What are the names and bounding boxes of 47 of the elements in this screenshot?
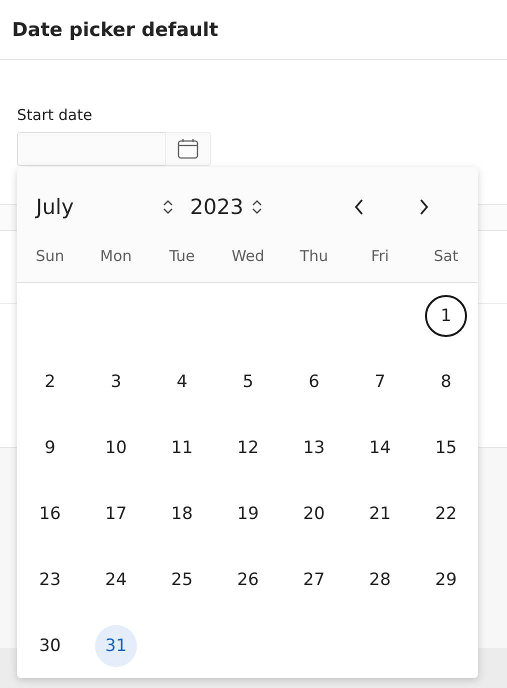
day-button[interactable]: 15 xyxy=(425,427,467,469)
day-button[interactable]: 21 xyxy=(359,493,401,535)
day-button[interactable]: 13 xyxy=(293,427,335,469)
day-button[interactable]: 30 xyxy=(29,625,71,667)
day-button[interactable]: 25 xyxy=(161,559,203,601)
day-button[interactable]: 23 xyxy=(29,559,71,601)
day-button[interactable]: 28 xyxy=(359,559,401,601)
day-button[interactable]: 17 xyxy=(95,493,137,535)
day-button[interactable]: 31 xyxy=(95,625,137,667)
chevron-left-icon xyxy=(353,197,366,217)
weekday-label: Tue xyxy=(168,247,196,265)
day-button[interactable]: 27 xyxy=(293,559,335,601)
page-title: Date picker default xyxy=(12,18,218,40)
day-button[interactable]: 29 xyxy=(425,559,467,601)
chevron-right-icon xyxy=(418,197,430,217)
day-button[interactable]: 10 xyxy=(95,427,137,469)
day-button[interactable]: 7 xyxy=(359,361,401,403)
day-button[interactable]: 1 xyxy=(425,295,467,337)
calendar-button[interactable] xyxy=(165,132,211,166)
day-button[interactable]: 20 xyxy=(293,493,335,535)
weekday-label: Sat xyxy=(432,247,460,265)
day-button[interactable]: 5 xyxy=(227,361,269,403)
weekday-label: Sun xyxy=(34,247,66,265)
weekday-label: Wed xyxy=(230,247,266,265)
day-button[interactable]: 9 xyxy=(29,427,71,469)
weekday-label: Mon xyxy=(99,247,133,265)
day-button[interactable]: 11 xyxy=(161,427,203,469)
day-button[interactable]: 26 xyxy=(227,559,269,601)
day-button[interactable]: 22 xyxy=(425,493,467,535)
weekday-label: Fri xyxy=(370,247,390,265)
day-button[interactable]: 4 xyxy=(161,361,203,403)
field-label: Start date xyxy=(17,106,94,124)
day-button[interactable]: 2 xyxy=(29,361,71,403)
weekday-label: Thu xyxy=(298,247,330,265)
day-button[interactable]: 8 xyxy=(425,361,467,403)
month-label: July xyxy=(36,195,75,219)
day-button[interactable]: 18 xyxy=(161,493,203,535)
date-input-field[interactable] xyxy=(17,132,165,166)
day-button[interactable]: 19 xyxy=(227,493,269,535)
calendar-icon xyxy=(177,138,199,160)
day-button[interactable]: 16 xyxy=(29,493,71,535)
year-label: 2023 xyxy=(190,195,244,219)
day-button[interactable]: 24 xyxy=(95,559,137,601)
day-button[interactable]: 3 xyxy=(95,361,137,403)
day-button[interactable]: 14 xyxy=(359,427,401,469)
day-button[interactable]: 6 xyxy=(293,361,335,403)
day-button[interactable]: 12 xyxy=(227,427,269,469)
